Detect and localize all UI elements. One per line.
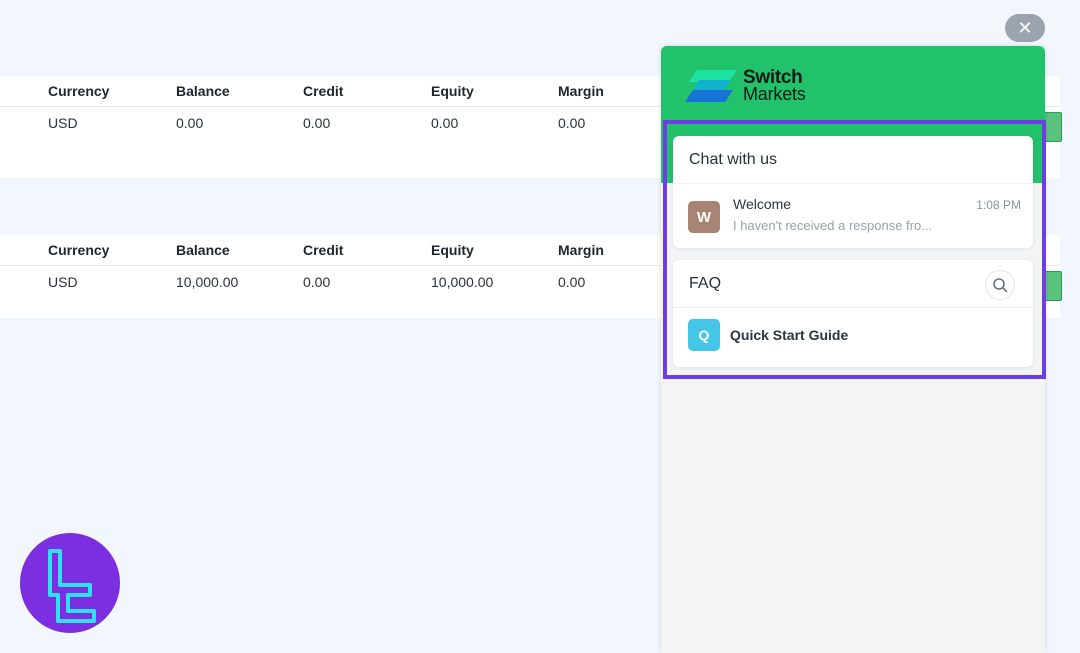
faq-card-title-row: FAQ <box>673 260 1033 308</box>
brand: Switch Markets <box>685 68 806 104</box>
conversation-item[interactable]: W Welcome 1:08 PM I haven't received a r… <box>673 184 1033 247</box>
cell-credit: 0.00 <box>303 115 331 131</box>
chat-widget: Switch Markets Chat with us W Welcome 1:… <box>661 46 1045 653</box>
faq-item-avatar: Q <box>688 319 720 351</box>
col-credit: Credit <box>303 242 344 258</box>
col-balance: Balance <box>176 83 230 99</box>
conversation-time: 1:08 PM <box>976 198 1021 212</box>
chat-card-title: Chat with us <box>673 136 1033 184</box>
faq-title: FAQ <box>689 274 722 292</box>
faq-item-label: Quick Start Guide <box>730 327 849 343</box>
cell-margin: 0.00 <box>558 274 586 290</box>
cell-currency: USD <box>48 274 78 290</box>
col-credit: Credit <box>303 83 344 99</box>
cell-balance: 0.00 <box>176 115 204 131</box>
faq-search-button[interactable] <box>985 270 1015 300</box>
col-margin: Margin <box>558 242 604 258</box>
close-icon: ✕ <box>1017 17 1033 38</box>
cell-credit: 0.00 <box>303 274 331 290</box>
col-currency: Currency <box>48 83 110 99</box>
cell-equity: 0.00 <box>431 115 459 131</box>
col-balance: Balance <box>176 242 230 258</box>
brand-subname: Markets <box>743 84 806 104</box>
switch-markets-logo-icon <box>685 70 737 102</box>
brand-text: Switch Markets <box>743 68 806 104</box>
cell-margin: 0.00 <box>558 115 586 131</box>
faq-item[interactable]: Q Quick Start Guide <box>673 308 1033 366</box>
cell-balance: 10,000.00 <box>176 274 239 290</box>
cell-currency: USD <box>48 115 78 131</box>
chat-card: Chat with us W Welcome 1:08 PM I haven't… <box>673 136 1033 248</box>
tradingfinder-logo-icon <box>20 533 120 633</box>
cell-equity: 10,000.00 <box>431 274 494 290</box>
search-icon <box>993 278 1008 293</box>
col-equity: Equity <box>431 83 474 99</box>
close-widget-button[interactable]: ✕ <box>1005 14 1045 42</box>
col-margin: Margin <box>558 83 604 99</box>
conversation-preview: I haven't received a response fro... <box>733 218 933 233</box>
col-equity: Equity <box>431 242 474 258</box>
avatar: W <box>688 201 720 233</box>
conversation-sender: Welcome <box>733 196 792 212</box>
faq-card: FAQ Q Quick Start Guide <box>673 260 1033 367</box>
col-currency: Currency <box>48 242 110 258</box>
